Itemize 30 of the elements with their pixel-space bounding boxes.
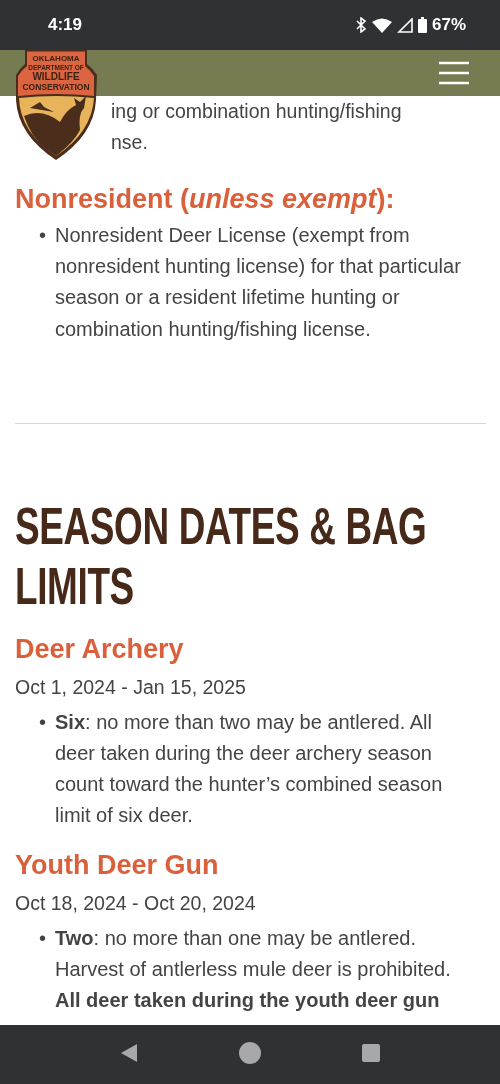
bullet-text: Nonresident Deer License (exempt from nonresident hunting license) for that particular season or a resident lifetime hunting or combination hunting/fishing license. [55,223,462,342]
season-dates: Oct 18, 2024 - Oct 20, 2024 [15,890,257,916]
paragraph-text: nse. [110,130,149,155]
page-heading: SEASON DATES & BAG LIMITS [15,495,428,616]
season-dates: Oct 1, 2024 - Jan 15, 2025 [15,674,247,700]
battery-icon [417,17,427,33]
season-heading: Deer Archery [15,632,185,666]
home-icon [239,1042,261,1064]
recents-icon [361,1044,380,1062]
section-heading: Nonresident (unless exempt): [15,183,396,216]
paragraph-text: ing or combination hunting/fishing [110,99,403,124]
back-icon [120,1043,139,1063]
logo-text: WILDLIFE [32,71,80,82]
bullet-text: Two: no more than one may be antlered. Harvest of antlerless mule deer is prohibited. All deer taken during the youth deer gun [55,925,452,1014]
menu-button[interactable] [438,61,470,85]
bullet-mark: • [39,223,47,248]
battery-percent: 67% [431,15,466,35]
wifi-icon [371,17,392,33]
season-heading: Youth Deer Gun [15,848,220,882]
recents-button[interactable] [361,1044,380,1065]
menu-icon [438,61,470,85]
logo-text: OKLAHOMA [32,53,80,63]
bluetooth-icon [354,17,367,33]
bullet-mark: • [39,709,47,735]
logo-text: CONSERVATION [22,82,90,92]
clock-time: 4:19 [48,15,83,35]
home-button[interactable] [239,1042,261,1067]
bullet-mark: • [39,925,47,951]
signal-icon [396,17,413,33]
bullet-text: Six: no more than two may be antlered. All deer taken during the deer archery season count toward the hunter’s combined season limit of six deer. [55,709,444,829]
